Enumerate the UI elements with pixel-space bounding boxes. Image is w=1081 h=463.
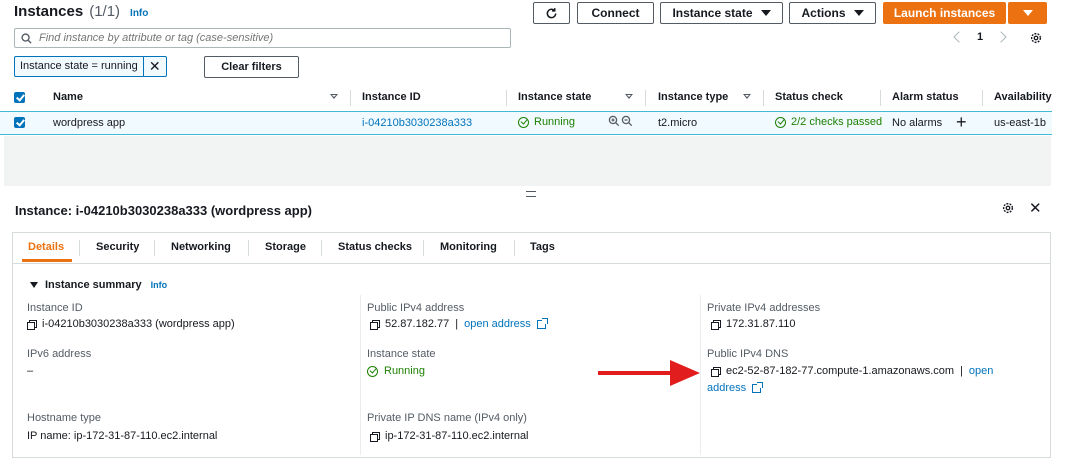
summary-container (12, 263, 1051, 458)
private-dns-label: Private IP DNS name (IPv4 only) (367, 412, 527, 424)
instance-state-button[interactable]: Instance state (660, 2, 783, 24)
row-instance-id-link[interactable]: i-04210b3030238a333 (362, 117, 472, 129)
table-empty-area (4, 136, 1051, 186)
chevron-right-icon[interactable] (995, 31, 1007, 43)
public-ipv4-value: 52.87.182.77 | open address (370, 317, 548, 330)
col-header-alarm-status[interactable]: Alarm status (892, 91, 959, 103)
col-header-name[interactable]: Name (53, 91, 83, 103)
tab-status-checks[interactable]: Status checks (338, 241, 412, 253)
private-ipv4-label: Private IPv4 addresses (707, 302, 821, 314)
instance-count: (1/1) (89, 3, 121, 20)
gear-icon[interactable] (1029, 31, 1043, 45)
public-ipv4-label: Public IPv4 address (367, 302, 465, 314)
public-dns-value: ec2-52-87-182-77.compute-1.amazonaws.com… (711, 365, 993, 377)
annotation-arrow-icon (598, 360, 700, 386)
check-circle-icon (775, 116, 786, 128)
row-status-check: 2/2 checks passed (775, 116, 882, 128)
open-address-link[interactable]: open (969, 365, 993, 377)
header-info-link[interactable]: Info (130, 8, 148, 19)
row-alarm-status: No alarms (892, 117, 943, 129)
add-alarm-plus-icon[interactable]: + (956, 111, 967, 133)
col-header-status-check[interactable]: Status check (775, 91, 843, 103)
caret-down-icon (853, 10, 864, 16)
search-field[interactable] (14, 28, 511, 48)
tab-storage[interactable]: Storage (265, 241, 306, 253)
ipv6-label: IPv6 address (27, 348, 92, 360)
summary-header[interactable]: Instance summary Info (30, 279, 167, 291)
summary-info-link[interactable]: Info (151, 280, 168, 290)
chevron-left-icon[interactable] (953, 31, 965, 43)
public-dns-open-address[interactable]: address (707, 381, 764, 394)
copy-icon[interactable] (711, 366, 721, 377)
row-checkbox[interactable] (14, 117, 25, 128)
sort-icon[interactable] (743, 94, 751, 99)
clear-filters-button[interactable]: Clear filters (204, 56, 299, 78)
page-title: Instances (14, 3, 84, 20)
select-all-checkbox[interactable] (14, 92, 25, 103)
instance-id-value: i-04210b3030238a333 (wordpress app) (27, 318, 235, 330)
launch-instances-button[interactable]: Launch instances (883, 2, 1006, 24)
check-circle-icon (367, 365, 378, 377)
column-divider (360, 295, 361, 455)
caret-down-icon (30, 282, 38, 288)
filter-token: Instance state = running ✕ (14, 56, 167, 77)
row-instance-type: t2.micro (658, 117, 698, 129)
search-input[interactable] (37, 31, 481, 45)
row-availability-zone: us-east-1b (994, 117, 1046, 129)
detail-title: Instance: i-04210b3030238a333 (wordpress… (15, 203, 312, 218)
gear-icon[interactable] (1001, 201, 1015, 215)
refresh-icon (546, 7, 557, 18)
split-panel-drag-handle[interactable] (526, 191, 536, 197)
copy-icon[interactable] (27, 319, 37, 330)
col-header-instance-state[interactable]: Instance state (518, 91, 591, 103)
instance-state-label: Instance state (367, 348, 436, 360)
zoom-icons[interactable] (608, 115, 633, 127)
tab-networking[interactable]: Networking (171, 241, 231, 253)
instance-id-label: Instance ID (27, 302, 83, 314)
external-link-icon[interactable] (752, 381, 764, 393)
launch-instances-dropdown[interactable] (1008, 2, 1047, 24)
tab-details[interactable]: Details (28, 241, 64, 253)
zoom-in-icon[interactable] (608, 115, 620, 127)
instance-state-value: Running (367, 365, 425, 377)
close-icon[interactable]: ✕ (144, 57, 166, 76)
ipv6-value: – (27, 365, 34, 377)
caret-down-icon (1022, 10, 1033, 16)
col-header-instance-id[interactable]: Instance ID (362, 91, 421, 103)
sort-icon[interactable] (330, 94, 338, 99)
private-dns-value: ip-172-31-87-110.ec2.internal (370, 430, 529, 442)
page-header: Instances (1/1) Info (14, 3, 148, 20)
search-icon (21, 32, 32, 44)
private-ipv4-value: 172.31.87.110 (711, 318, 796, 330)
col-header-availability[interactable]: Availability (994, 91, 1052, 103)
tab-security[interactable]: Security (96, 241, 139, 253)
hostname-type-value: IP name: ip-172-31-87-110.ec2.internal (27, 430, 218, 442)
page-number[interactable]: 1 (977, 31, 983, 43)
pagination: 1 (953, 31, 1007, 43)
refresh-button[interactable] (533, 2, 570, 24)
tab-monitoring[interactable]: Monitoring (440, 241, 497, 253)
open-address-link[interactable]: open address (464, 318, 531, 330)
zoom-out-icon[interactable] (621, 115, 633, 127)
actions-button[interactable]: Actions (789, 2, 876, 24)
close-icon[interactable]: ✕ (1029, 199, 1042, 217)
external-link-icon[interactable] (536, 317, 548, 329)
col-header-instance-type[interactable]: Instance type (658, 91, 728, 103)
tab-active-underline (22, 259, 72, 262)
copy-icon[interactable] (370, 431, 380, 442)
tab-tags[interactable]: Tags (530, 241, 555, 253)
copy-icon[interactable] (370, 319, 380, 330)
sort-icon[interactable] (625, 94, 633, 99)
filter-token-label: Instance state = running (15, 57, 144, 76)
connect-button[interactable]: Connect (577, 2, 654, 24)
copy-icon[interactable] (711, 319, 721, 330)
row-state: Running (518, 116, 575, 128)
hostname-type-label: Hostname type (27, 412, 101, 424)
check-circle-icon (518, 116, 529, 128)
public-dns-label: Public IPv4 DNS (707, 348, 789, 360)
caret-down-icon (760, 10, 771, 16)
row-name: wordpress app (53, 117, 126, 129)
